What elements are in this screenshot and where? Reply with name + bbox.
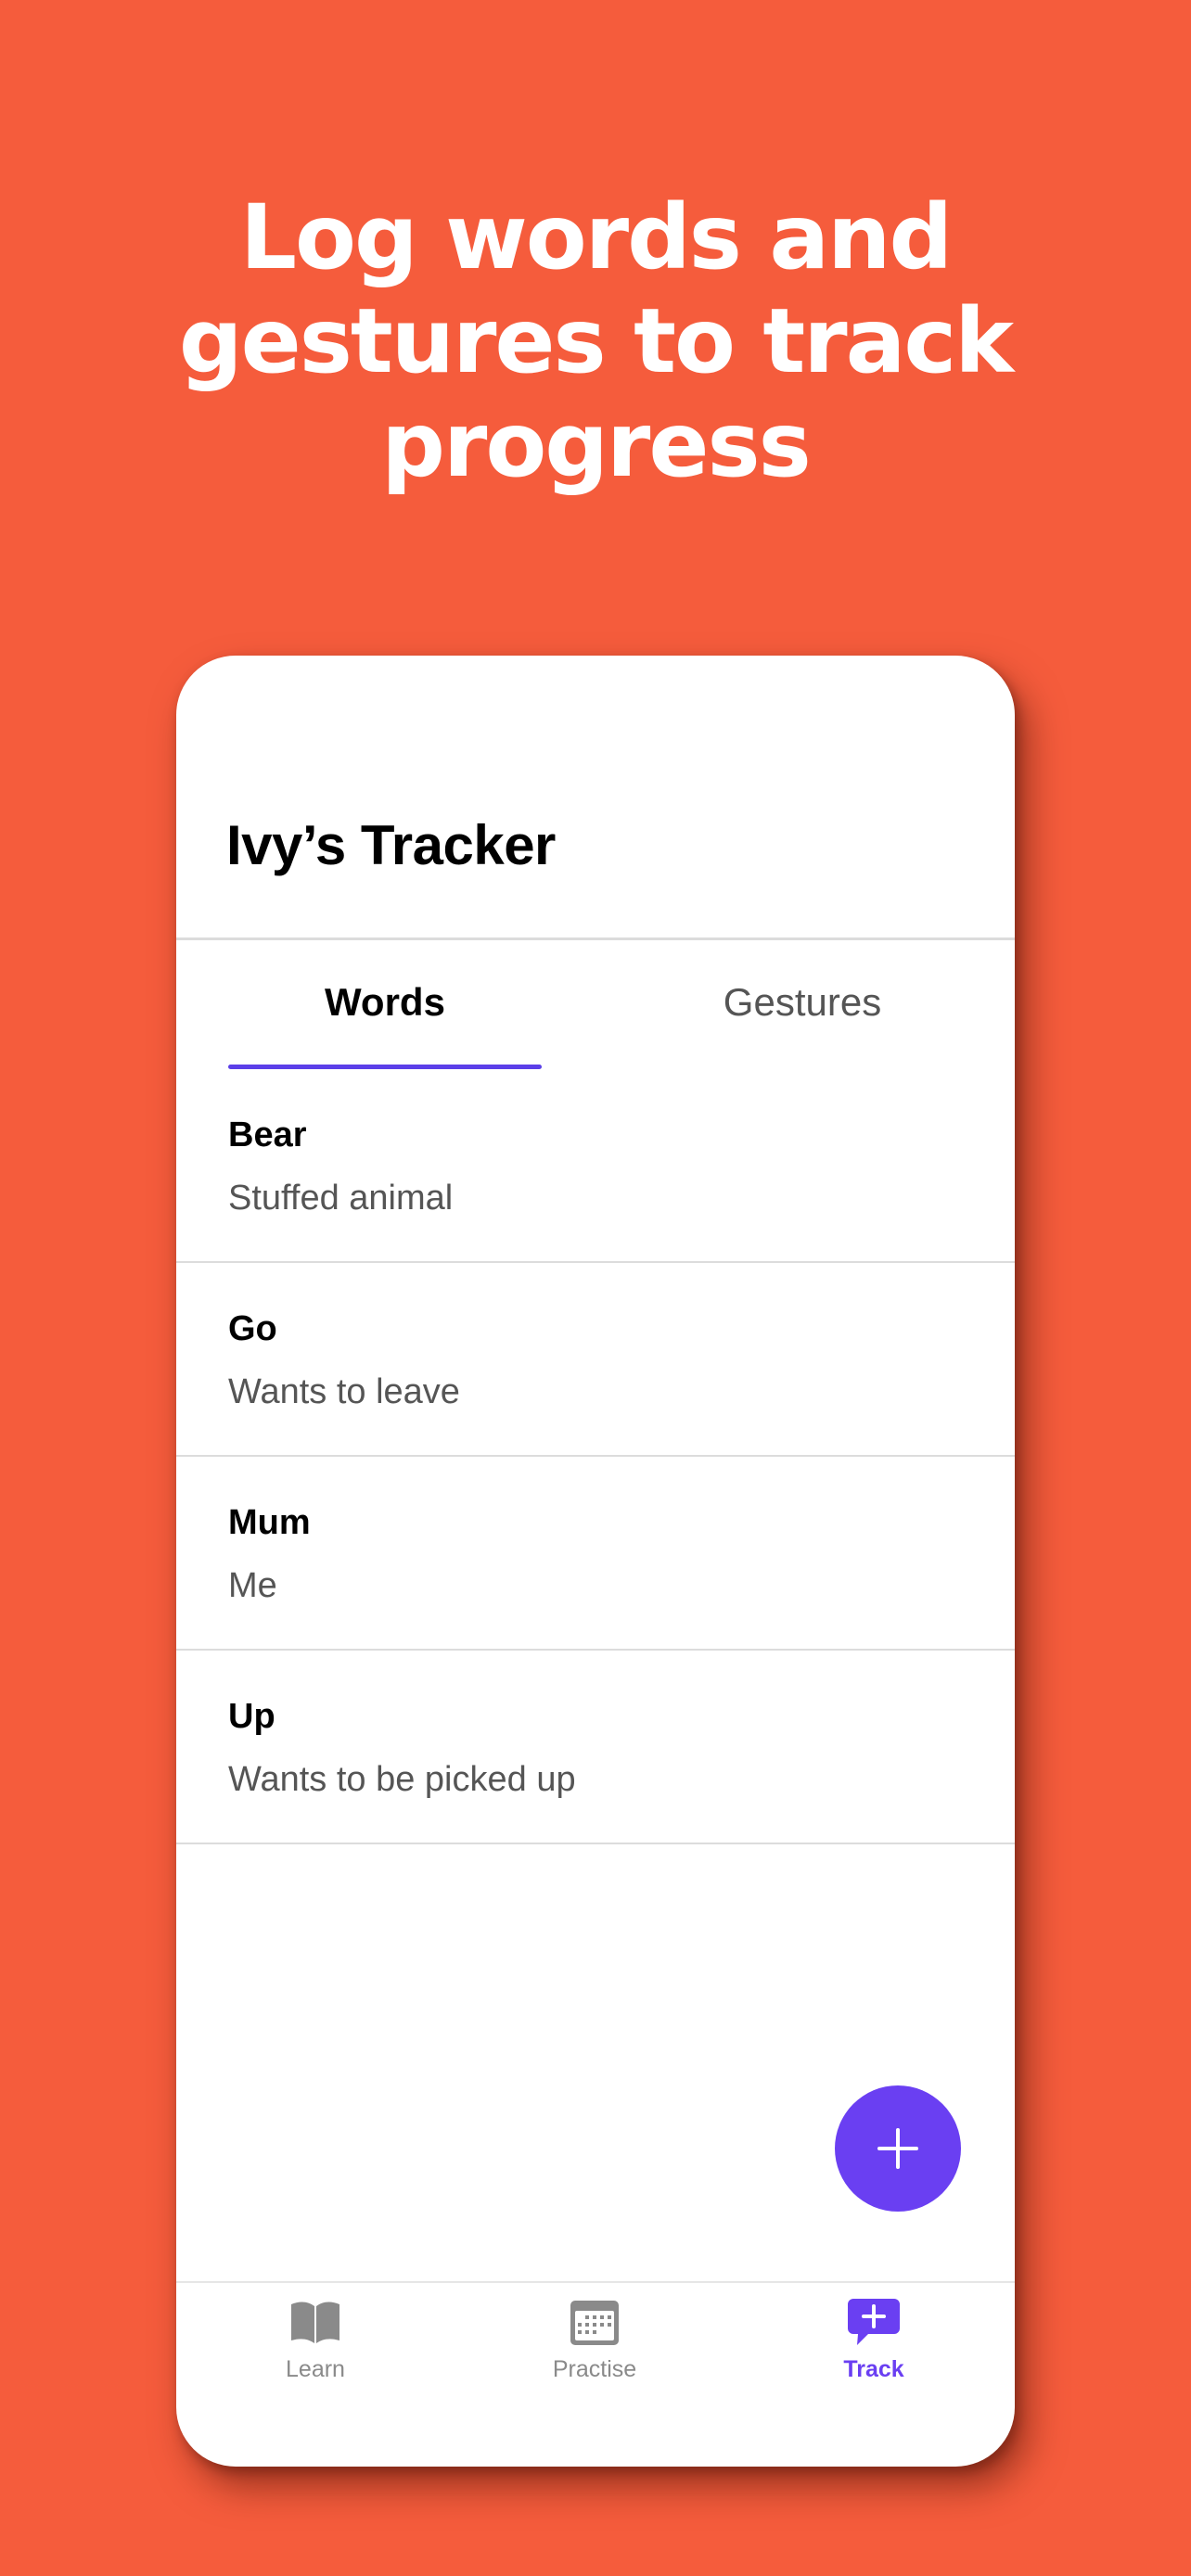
book-icon (291, 2302, 339, 2343)
tab-words[interactable]: Words (228, 980, 542, 1025)
list-item[interactable]: Mum Me (176, 1457, 1015, 1651)
list-item[interactable]: Bear Stuffed animal (176, 1069, 1015, 1263)
nav-label: Practise (552, 2356, 637, 2382)
word-title: Up (228, 1697, 275, 1736)
tab-gestures[interactable]: Gestures (668, 980, 937, 1025)
word-list: Bear Stuffed animal Go Wants to leave Mu… (176, 1069, 1015, 1844)
word-meaning: Stuffed animal (228, 1179, 454, 1218)
headline-line: Log words and (239, 185, 953, 289)
nav-label: Learn (286, 2356, 345, 2382)
list-item[interactable]: Go Wants to leave (176, 1263, 1015, 1457)
word-title: Mum (228, 1503, 311, 1542)
word-meaning: Wants to be picked up (228, 1760, 576, 1799)
headline-line: gestures to track (178, 289, 1014, 393)
bottom-nav-divider (176, 2281, 1015, 2283)
nav-practise[interactable]: Practise (502, 2297, 687, 2399)
word-meaning: Wants to leave (228, 1372, 460, 1411)
phone-frame: Ivy’s Tracker Words Gestures Bear Stuffe… (176, 656, 1015, 2467)
add-word-button[interactable] (835, 2085, 961, 2212)
word-title: Bear (228, 1116, 307, 1154)
chat-plus-icon (848, 2299, 900, 2345)
plus-icon (877, 2128, 918, 2169)
promo-headline: Log words and gestures to track progress (0, 185, 1191, 497)
nav-learn[interactable]: Learn (223, 2297, 408, 2399)
header-divider (176, 937, 1015, 940)
list-item[interactable]: Up Wants to be picked up (176, 1651, 1015, 1844)
word-title: Go (228, 1309, 277, 1348)
headline-line: progress (381, 393, 811, 497)
nav-track[interactable]: Track (781, 2297, 967, 2399)
calendar-icon (570, 2301, 619, 2345)
word-meaning: Me (228, 1566, 277, 1605)
nav-label: Track (843, 2356, 904, 2382)
page-title: Ivy’s Tracker (226, 814, 556, 876)
